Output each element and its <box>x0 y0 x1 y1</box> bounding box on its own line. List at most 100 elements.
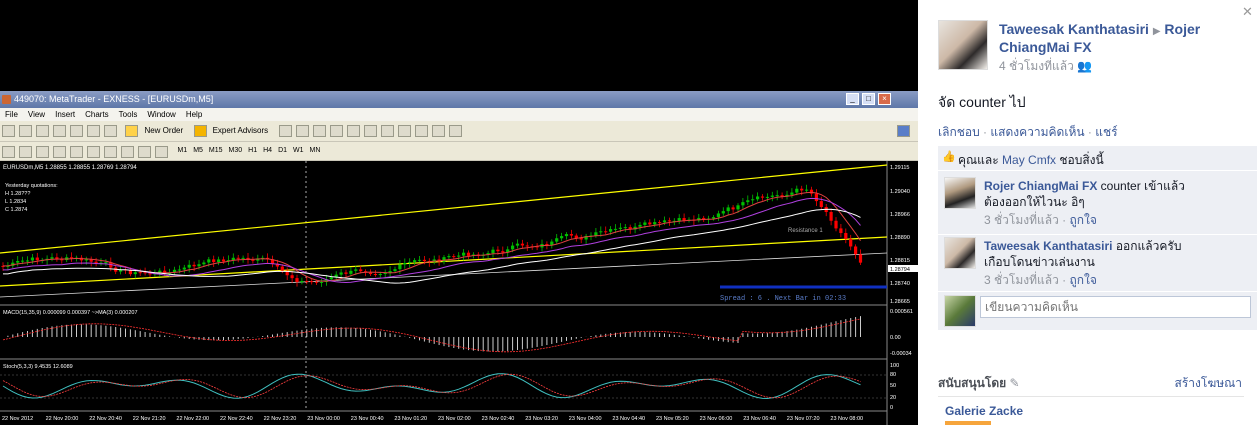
horizontal-line-icon[interactable] <box>53 146 66 158</box>
expert-advisors-icon[interactable] <box>193 125 207 137</box>
crosshair-icon[interactable] <box>19 146 32 158</box>
candle-body <box>574 235 578 239</box>
menu-charts[interactable]: Charts <box>80 108 114 121</box>
candle-body <box>207 259 211 263</box>
comment-input[interactable] <box>980 296 1251 318</box>
comment-like-link[interactable]: ถูกใจ <box>1070 273 1097 287</box>
channel-icon[interactable] <box>87 146 100 158</box>
indicators-icon[interactable] <box>414 125 428 137</box>
ad-image[interactable] <box>945 421 991 425</box>
line-chart-icon[interactable] <box>312 125 326 137</box>
post-photo[interactable]: 449070: MetaTrader - EXNESS - [EURUSDm,M… <box>0 0 918 425</box>
terminal-icon[interactable] <box>87 125 100 137</box>
candle-body <box>770 195 774 197</box>
timeframe-mn[interactable]: MN <box>307 145 324 157</box>
autoscroll-icon[interactable] <box>380 125 394 137</box>
candle-body <box>662 220 667 223</box>
post-time[interactable]: 4 ชั่วโมงที่แล้ว <box>999 59 1074 73</box>
new-order-icon[interactable] <box>125 125 139 137</box>
candle-body <box>667 220 671 222</box>
timeframe-h1[interactable]: H1 <box>245 145 260 157</box>
comment-like-link[interactable]: ถูกใจ <box>1070 213 1097 227</box>
timeframe-m30[interactable]: M30 <box>226 145 246 157</box>
time-tick: 22 Nov 20:00 <box>46 416 79 422</box>
menu-bar: File View Insert Charts Tools Window Help <box>0 108 918 121</box>
target-name-link-line1[interactable]: Rojer <box>1164 21 1200 37</box>
price-tick: 1.29115 <box>890 165 909 171</box>
author-avatar[interactable] <box>938 20 988 70</box>
comment-meta: 3 ชั่วโมงที่แล้ว · ถูกใจ <box>984 273 1097 287</box>
candle-body <box>305 280 309 282</box>
menu-view[interactable]: View <box>23 108 50 121</box>
trendline-icon[interactable] <box>70 146 83 158</box>
zoom-out-icon[interactable] <box>346 125 360 137</box>
share-link[interactable]: แชร์ <box>1095 125 1117 139</box>
text-icon[interactable] <box>121 146 134 158</box>
author-name-link[interactable]: Taweesak Kanthatasiri <box>999 21 1149 37</box>
market-watch-icon[interactable] <box>36 125 49 137</box>
tester-icon[interactable] <box>104 125 117 137</box>
ad-title-link[interactable]: Galerie Zacke <box>945 404 1023 418</box>
liker-name-link[interactable]: May Cmfx <box>1002 153 1056 167</box>
candle-body <box>496 249 500 252</box>
new-order-button[interactable]: New Order <box>140 125 187 137</box>
navigator-icon[interactable] <box>70 125 83 137</box>
templates-icon[interactable] <box>448 125 462 137</box>
timeframe-d1[interactable]: D1 <box>275 145 290 157</box>
timeframe-m1[interactable]: M1 <box>174 145 190 157</box>
close-icon[interactable]: ✕ <box>1242 4 1253 20</box>
friends-audience-icon[interactable]: 👥 <box>1077 59 1092 73</box>
price-chart[interactable]: EURUSDm,M5 1.28855 1.28855 1.28769 1.287… <box>0 161 918 425</box>
window-titlebar: 449070: MetaTrader - EXNESS - [EURUSDm,M… <box>0 91 918 108</box>
new-chart-icon[interactable] <box>2 125 15 137</box>
timeframe-m5[interactable]: M5 <box>190 145 206 157</box>
label-icon[interactable] <box>138 146 151 158</box>
menu-window[interactable]: Window <box>142 108 180 121</box>
price-tick: 1.28740 <box>890 281 910 287</box>
tile-icon[interactable] <box>363 125 377 137</box>
help-icon[interactable] <box>897 125 910 137</box>
zoom-in-icon[interactable] <box>329 125 343 137</box>
sponsored-edit-icon[interactable]: ✎ <box>1010 376 1020 390</box>
close-window-icon[interactable]: × <box>878 93 891 105</box>
viewer-avatar <box>944 295 976 327</box>
yesterday-close: C 1.2874 <box>5 207 27 213</box>
comment-link[interactable]: แสดงความคิดเห็น <box>990 125 1084 139</box>
candle-body <box>462 252 466 256</box>
timeframe-w1[interactable]: W1 <box>290 145 307 157</box>
cursor-icon[interactable] <box>2 146 15 158</box>
commenter-name-link[interactable]: Taweesak Kanthatasiri <box>984 239 1113 253</box>
commenter-avatar[interactable] <box>944 237 976 269</box>
menu-help[interactable]: Help <box>181 108 207 121</box>
fibonacci-icon[interactable] <box>104 146 117 158</box>
minimize-icon[interactable]: _ <box>846 93 859 105</box>
bar-chart-icon[interactable] <box>278 125 292 137</box>
target-name-link-line2[interactable]: ChiangMai FX <box>999 39 1092 56</box>
comment-time[interactable]: 3 ชั่วโมงที่แล้ว <box>984 213 1059 227</box>
candle-body <box>765 196 769 198</box>
arrows-icon[interactable] <box>155 146 168 158</box>
macd-pane <box>2 316 861 353</box>
comment-time[interactable]: 3 ชั่วโมงที่แล้ว <box>984 273 1059 287</box>
unlike-link[interactable]: เลิกชอบ <box>938 125 980 139</box>
vertical-line-icon[interactable] <box>36 146 49 158</box>
expert-advisors-button[interactable]: Expert Advisors <box>209 125 273 137</box>
create-ad-link[interactable]: สร้างโฆษณา <box>1175 374 1243 393</box>
macd-tick: -0.00034 <box>890 351 912 357</box>
commenter-avatar[interactable] <box>944 177 976 209</box>
menu-file[interactable]: File <box>0 108 23 121</box>
commenter-name-link[interactable]: Rojer ChiangMai FX <box>984 179 1097 193</box>
app-logo-icon <box>2 95 11 104</box>
candle-body <box>658 222 662 224</box>
periods-icon[interactable] <box>431 125 445 137</box>
chart-shift-icon[interactable] <box>397 125 411 137</box>
timeframe-h4[interactable]: H4 <box>260 145 275 157</box>
profiles-icon[interactable] <box>19 125 32 137</box>
menu-insert[interactable]: Insert <box>50 108 80 121</box>
data-window-icon[interactable] <box>53 125 66 137</box>
timeframe-m15[interactable]: M15 <box>206 145 226 157</box>
candles-icon[interactable] <box>295 125 309 137</box>
menu-tools[interactable]: Tools <box>114 108 143 121</box>
maximize-icon[interactable]: □ <box>862 93 875 105</box>
ma-red <box>3 191 861 282</box>
